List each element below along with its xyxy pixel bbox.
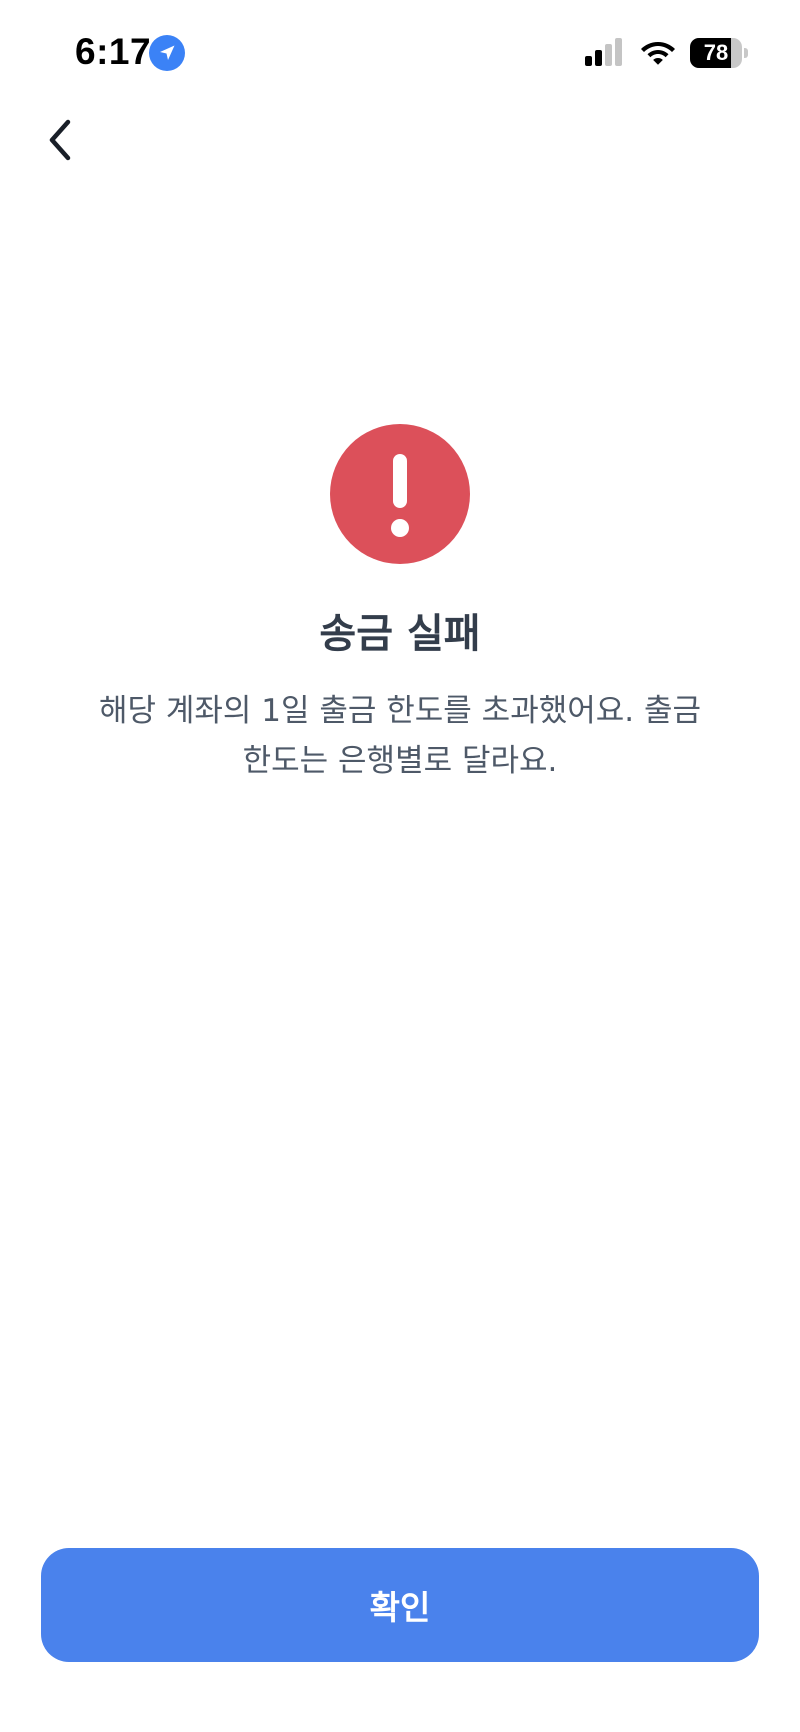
status-time: 6:17 [75,31,152,72]
location-arrow-icon [149,35,185,71]
wifi-icon [641,42,675,65]
battery-level: 78 [703,40,729,65]
cellular-signal-icon [585,38,622,66]
chevron-left-icon [49,119,71,161]
battery-icon: 78 [690,38,748,68]
result-message-line1: 해당 계좌의 1일 출금 한도를 초과했어요. 출금 [98,693,702,729]
result-message: 해당 계좌의 1일 출금 한도를 초과했어요. 출금 한도는 은행별로 달라요. [60,686,740,786]
back-button[interactable] [30,108,90,172]
result-message-line2: 한도는 은행별로 달라요. [242,743,558,779]
confirm-button[interactable]: 확인 [41,1548,759,1662]
status-bar: 6:17 78 [0,0,800,110]
exclamation-icon [330,424,470,564]
result-title: 송금 실패 [319,611,481,657]
